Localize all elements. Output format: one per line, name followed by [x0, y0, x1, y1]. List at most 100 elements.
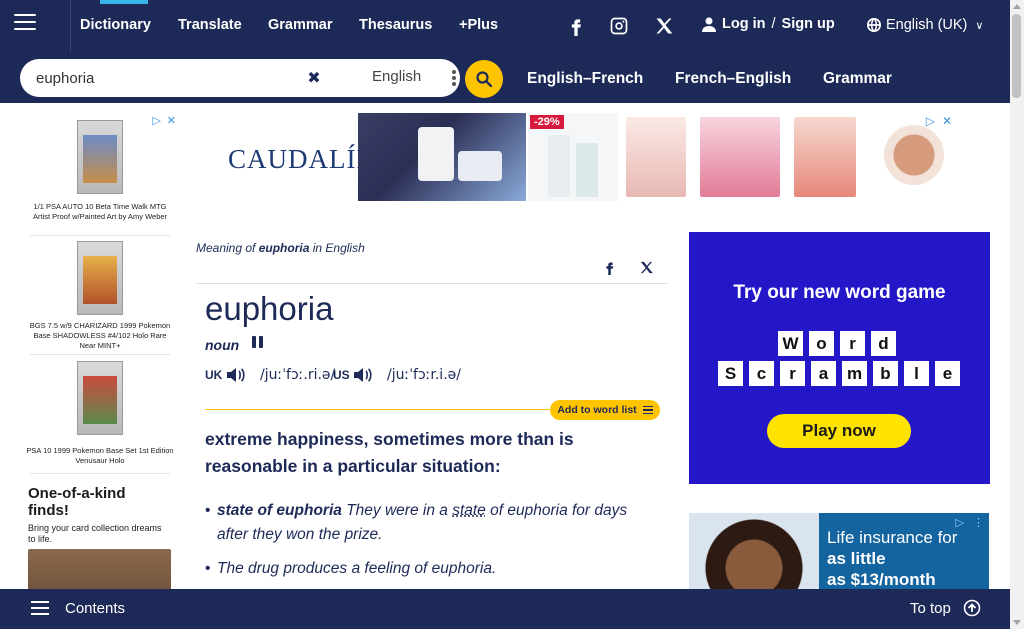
word-game-advertisement[interactable]: Try our new word game W o r d S c r a m … — [689, 232, 990, 484]
scroll-down-icon[interactable] — [1013, 620, 1021, 625]
letter-tile: d — [871, 331, 896, 356]
example-text: The — [217, 560, 244, 577]
example-word-link[interactable]: drug — [248, 560, 279, 577]
list-icon — [642, 404, 653, 417]
scroll-up-icon[interactable] — [1013, 4, 1021, 9]
divider — [205, 409, 565, 410]
user-icon — [702, 17, 716, 32]
close-ad-icon[interactable]: ✕ — [167, 114, 176, 127]
subnav-grammar[interactable]: Grammar — [823, 70, 892, 88]
share-x-button[interactable] — [635, 256, 657, 278]
dictionary-selector-label: English — [372, 68, 422, 85]
letter-tile: W — [778, 331, 803, 356]
divider — [70, 0, 71, 52]
example-text: a — [351, 560, 361, 577]
letter-tile: r — [840, 331, 865, 356]
contents-menu-icon[interactable] — [31, 601, 49, 615]
share-facebook-button[interactable] — [598, 256, 620, 278]
scroll-thumb[interactable] — [1012, 14, 1021, 98]
letter-tile: r — [780, 361, 805, 386]
contents-button[interactable]: Contents — [65, 600, 125, 617]
adchoices-icon[interactable]: ▷ — [152, 114, 160, 127]
more-options-icon[interactable]: ⋮ — [973, 517, 984, 529]
adchoices-icon[interactable]: ▷ — [926, 114, 935, 128]
meaning-caption: Meaning of euphoria in English — [196, 241, 365, 255]
instagram-icon[interactable] — [609, 16, 629, 36]
letter-tile: l — [904, 361, 929, 386]
example-text: of euphoria. — [414, 560, 497, 577]
ad-controls: ▷ ✕ — [152, 114, 176, 127]
definition-text: : — [494, 456, 501, 476]
definition-word-link[interactable]: happiness — [277, 429, 364, 449]
nav-grammar[interactable]: Grammar — [268, 17, 332, 33]
play-now-button[interactable]: Play now — [767, 414, 911, 448]
product-caption[interactable]: PSA 10 1999 Pokemon Base Set 1st Edition… — [26, 446, 174, 466]
ad-product-image — [700, 117, 780, 197]
divider — [30, 235, 170, 236]
letter-tile: S — [718, 361, 743, 386]
close-ad-icon[interactable]: ✕ — [942, 114, 952, 128]
product-image[interactable] — [77, 120, 123, 194]
grammar-info-icon[interactable] — [246, 332, 268, 352]
example-word-link[interactable]: prize — [345, 526, 379, 543]
us-pronunciation-speaker-icon[interactable] — [351, 363, 375, 387]
dictionary-selector[interactable]: English — [352, 65, 470, 91]
product-image[interactable] — [77, 361, 123, 435]
side-advertisement[interactable]: ▷ ✕ 1/1 PSA AUTO 10 Beta Time Walk MTG A… — [20, 111, 180, 629]
adchoices-icon[interactable]: ▷ — [955, 517, 963, 529]
add-to-word-list-label: Add to word list — [557, 404, 637, 416]
example-phrase-link[interactable]: state of euphoria — [217, 502, 342, 519]
ad-product-image — [626, 117, 686, 197]
clear-search-button[interactable]: ✖ — [304, 69, 324, 89]
signup-link[interactable]: Sign up — [782, 16, 835, 32]
product-image[interactable] — [77, 241, 123, 315]
promo-title[interactable]: One-of-a-kind finds! — [28, 485, 168, 519]
bullet: • — [205, 560, 211, 577]
example-text: the — [318, 526, 341, 543]
game-tiles-row: S c r a m b l e — [718, 361, 960, 386]
example-text: of euphoria for — [490, 502, 591, 519]
definition-word-link[interactable]: situation — [422, 456, 495, 476]
language-selector[interactable]: English (UK) ∨ — [867, 17, 983, 33]
insurance-ad-line: Life insurance for — [827, 528, 958, 547]
uk-pronunciation-speaker-icon[interactable] — [224, 363, 248, 387]
banner-advertisement[interactable]: CAUDALÍE -29% ▷ ✕ — [228, 111, 957, 203]
login-area: Log in / Sign up — [702, 16, 835, 32]
search-button[interactable] — [465, 60, 503, 98]
definition: extreme happiness, sometimes more than i… — [205, 426, 645, 480]
example-word-link[interactable]: state — [452, 502, 486, 519]
login-separator: / — [771, 16, 776, 32]
product-caption[interactable]: BGS 7.5 w/9 CHARIZARD 1999 Pokemon Base … — [26, 321, 174, 351]
nav-translate[interactable]: Translate — [178, 17, 242, 33]
nav-plus[interactable]: +Plus — [459, 17, 498, 33]
x-icon[interactable] — [654, 16, 674, 36]
to-top-link[interactable]: To top — [910, 600, 951, 617]
search-bar: ✖ English English–French French–English … — [0, 52, 1010, 103]
definition-word-link[interactable]: extreme — [205, 429, 272, 449]
subnav-english-french[interactable]: English–French — [527, 70, 643, 88]
subnav-french-english[interactable]: French–English — [675, 70, 791, 88]
definition-word-link[interactable]: reasonable — [205, 456, 297, 476]
promo-text[interactable]: Bring your card collection dreams to lif… — [28, 523, 168, 545]
example-word-link[interactable]: days — [594, 502, 627, 519]
add-to-word-list-button[interactable]: Add to word list — [550, 400, 660, 420]
nav-dictionary[interactable]: Dictionary — [80, 0, 151, 33]
facebook-icon[interactable] — [566, 16, 586, 36]
example-word-link[interactable]: won — [286, 526, 314, 543]
example-text: after they — [217, 526, 282, 543]
login-link[interactable]: Log in — [722, 16, 766, 32]
arrow-up-circle-icon[interactable] — [963, 599, 981, 617]
insurance-ad-line: as little — [827, 549, 886, 568]
nav-thesaurus[interactable]: Thesaurus — [359, 17, 432, 33]
definition-word-link[interactable]: particular — [337, 456, 417, 476]
game-tiles-row: W o r d — [778, 331, 896, 356]
example-word-link[interactable]: produces — [283, 560, 347, 577]
page-scrollbar[interactable] — [1010, 0, 1024, 629]
menu-icon[interactable] — [14, 14, 36, 32]
product-caption[interactable]: 1/1 PSA AUTO 10 Beta Time Walk MTG Artis… — [26, 202, 174, 222]
meaning-prefix: Meaning of — [196, 241, 256, 255]
globe-icon — [867, 18, 881, 32]
search-input[interactable] — [36, 67, 296, 89]
example-word-link[interactable]: feeling — [364, 560, 410, 577]
language-label: English (UK) — [886, 17, 968, 33]
